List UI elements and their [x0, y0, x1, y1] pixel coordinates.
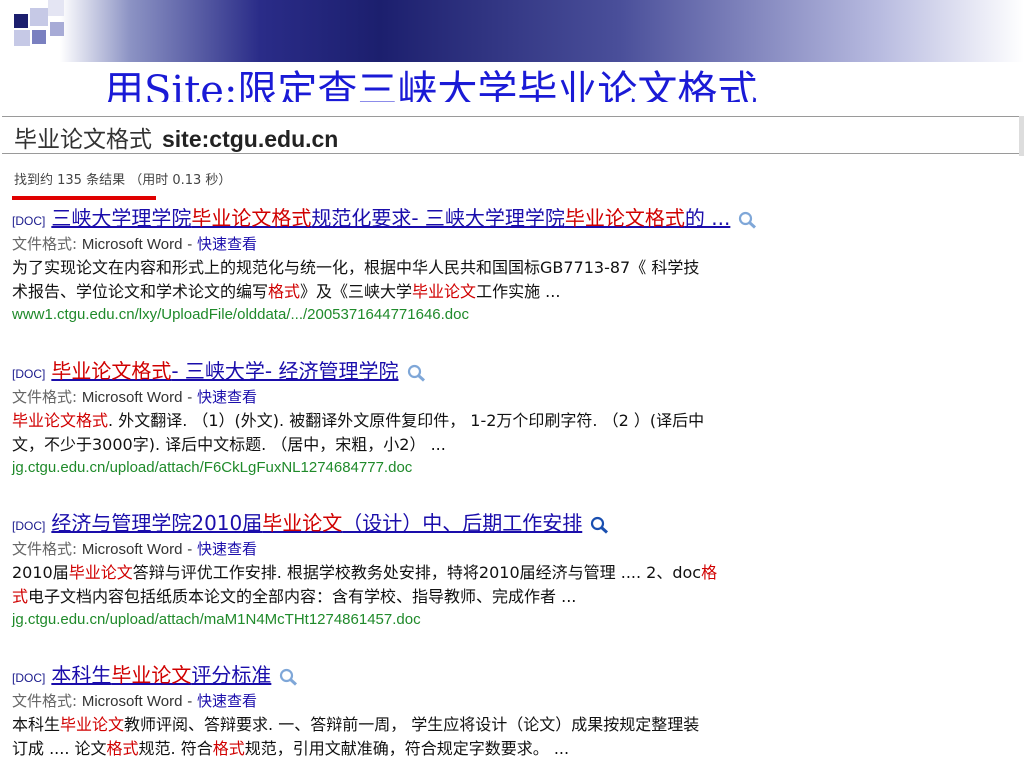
- highlighted-term: 毕业论文: [262, 511, 343, 535]
- result-title-line: [DOC] 三峡大学理学院毕业论文格式规范化要求- 三峡大学理学院毕业论文格式的 …: [12, 206, 758, 233]
- result-snippet-line: 术报告、学位论文和学术论文的编写格式》及《三峡大学毕业论文工作实施 ...: [12, 280, 758, 304]
- text-segment: - 三峡大学- 经济管理学院: [171, 359, 399, 383]
- text-segment: 订成 .... 论文: [12, 739, 107, 758]
- magnifier-icon[interactable]: [407, 364, 427, 382]
- highlighted-term: 毕业论文格式: [191, 206, 312, 230]
- highlighted-term: 式: [12, 587, 29, 606]
- text-segment: 规范. 符合: [138, 739, 213, 758]
- search-result: [DOC] 本科生毕业论文评分标准 文件格式: Microsoft Word - …: [12, 663, 699, 761]
- highlighted-term: 毕业论文: [111, 663, 192, 687]
- result-title-line: [DOC] 经济与管理学院2010届毕业论文（设计）中、后期工作安排: [12, 511, 717, 538]
- file-format-app: Microsoft Word: [81, 236, 183, 253]
- result-snippet-line: 为了实现论文在内容和形式上的规范化与统一化，根据中华人民共和国国标GB7713-…: [12, 256, 758, 280]
- text-segment: 经济与管理学院2010届: [51, 511, 263, 535]
- search-query-text[interactable]: 毕业论文格式 site:ctgu.edu.cn: [14, 120, 338, 154]
- text-segment: 规范，引用文献准确，符合规定字数要求。 ...: [244, 739, 570, 758]
- doc-tag: [DOC]: [12, 214, 46, 228]
- text-segment: 评分标准: [191, 663, 272, 687]
- file-format-label: 文件格式:: [12, 540, 78, 558]
- highlighted-term: 毕业论文: [412, 282, 477, 301]
- text-segment: 答辩与评优工作安排. 根据学校教务处安排，特将2010届经济与管理 .... 2…: [132, 563, 702, 582]
- deco-square: [32, 30, 46, 44]
- doc-tag: [DOC]: [12, 519, 46, 533]
- magnifier-icon[interactable]: [738, 211, 758, 229]
- magnifier-icon[interactable]: [279, 668, 299, 686]
- quick-view-link[interactable]: 快速查看: [197, 235, 257, 253]
- text-segment: 电子文档内容包括纸质本论文的全部内容：含有学校、指导教师、完成作者 ...: [28, 587, 577, 606]
- file-format-line: 文件格式: Microsoft Word - 快速查看: [12, 692, 257, 710]
- search-box[interactable]: 毕业论文格式 site:ctgu.edu.cn: [2, 116, 1020, 154]
- text-segment: 教师评阅、答辩要求. 一、答辩前一周， 学生应将设计（论文）成果按规定整理装: [124, 715, 700, 734]
- text-segment: 2010届: [12, 563, 69, 582]
- search-screenshot: 毕业论文格式 site:ctgu.edu.cn 找到约 135 条结果 （用时 0…: [0, 102, 1024, 768]
- result-snippet-line: 式电子文档内容包括纸质本论文的全部内容：含有学校、指导教师、完成作者 ...: [12, 585, 717, 609]
- result-link[interactable]: 毕业论文格式- 三峡大学- 经济管理学院: [51, 359, 398, 383]
- result-link[interactable]: 经济与管理学院2010届毕业论文（设计）中、后期工作安排: [51, 511, 582, 535]
- highlighted-term: 毕业论文格式: [12, 411, 109, 430]
- doc-tag: [DOC]: [12, 367, 46, 381]
- text-segment: . 外文翻译. （1）(外文). 被翻译外文原件复印件， 1-2万个印刷字符. …: [108, 411, 705, 430]
- highlighted-term: 格式: [212, 739, 245, 758]
- result-snippet-line: 2010届毕业论文答辩与评优工作安排. 根据学校教务处安排，特将2010届经济与…: [12, 561, 717, 585]
- deco-square: [14, 14, 28, 28]
- file-format-line: 文件格式: Microsoft Word - 快速查看: [12, 540, 257, 558]
- file-format-line: 文件格式: Microsoft Word - 快速查看: [12, 388, 257, 406]
- text-segment: 规范化要求- 三峡大学理学院: [311, 206, 565, 230]
- deco-square: [14, 30, 30, 46]
- scrollbar[interactable]: [1019, 116, 1024, 156]
- text-segment: （设计）中、后期工作安排: [342, 511, 583, 535]
- quick-view-link[interactable]: 快速查看: [197, 388, 257, 406]
- result-url: jg.ctgu.edu.cn/upload/attach/maM1N4McTHt…: [12, 611, 421, 628]
- result-link[interactable]: 本科生毕业论文评分标准: [51, 663, 271, 687]
- result-url: www1.ctgu.edu.cn/lxy/UploadFile/olddata/…: [12, 306, 469, 323]
- highlighted-term: 毕业论文: [68, 563, 133, 582]
- highlighted-term: 格式: [268, 282, 301, 301]
- result-snippet-line: 本科生毕业论文教师评阅、答辩要求. 一、答辩前一周， 学生应将设计（论文）成果按…: [12, 713, 699, 737]
- highlighted-term: 毕业论文: [60, 715, 125, 734]
- text-segment: 文，不少于3000字). 译后中文标题. （居中，宋粗，小2） ...: [12, 435, 446, 454]
- file-format-app: Microsoft Word: [81, 693, 183, 710]
- result-snippet-line: 毕业论文格式. 外文翻译. （1）(外文). 被翻译外文原件复印件， 1-2万个…: [12, 409, 704, 433]
- text-segment: 为了实现论文在内容和形式上的规范化与统一化，根据中华人民共和国国标GB7713-…: [12, 258, 700, 277]
- magnifier-icon[interactable]: [590, 516, 610, 534]
- slide-header-bar: [0, 0, 1024, 62]
- deco-square: [48, 0, 64, 16]
- result-snippet-line: 订成 .... 论文格式规范. 符合格式规范，引用文献准确，符合规定字数要求。 …: [12, 737, 699, 761]
- result-stats: 找到约 135 条结果 （用时 0.13 秒）: [14, 173, 232, 188]
- highlighted-term: 毕业论文格式: [564, 206, 685, 230]
- text-segment: 的 ...: [684, 206, 731, 230]
- deco-square: [30, 8, 48, 26]
- file-format-app: Microsoft Word: [81, 389, 183, 406]
- site-operator: site:ctgu.edu.cn: [162, 126, 339, 152]
- text-segment: 工作实施 ...: [476, 282, 561, 301]
- quick-view-link[interactable]: 快速查看: [197, 692, 257, 710]
- search-result: [DOC] 经济与管理学院2010届毕业论文（设计）中、后期工作安排 文件格式: …: [12, 511, 717, 631]
- text-segment: 三峡大学理学院: [51, 206, 192, 230]
- text-segment: 术报告、学位论文和学术论文的编写: [12, 282, 269, 301]
- result-snippet-line: 文，不少于3000字). 译后中文标题. （居中，宋粗，小2） ...: [12, 433, 704, 457]
- doc-tag: [DOC]: [12, 671, 46, 685]
- file-format-label: 文件格式:: [12, 235, 78, 253]
- search-result: [DOC] 毕业论文格式- 三峡大学- 经济管理学院 文件格式: Microsof…: [12, 359, 704, 479]
- deco-square: [50, 22, 64, 36]
- red-underline: [12, 196, 156, 200]
- highlighted-term: 毕业论文格式: [51, 359, 172, 383]
- file-format-label: 文件格式:: [12, 388, 78, 406]
- highlighted-term: 格式: [106, 739, 139, 758]
- highlighted-term: 格: [701, 563, 718, 582]
- text-segment: 》及《三峡大学: [300, 282, 413, 301]
- search-query-terms: 毕业论文格式: [14, 127, 152, 153]
- file-format-label: 文件格式:: [12, 692, 78, 710]
- search-result: [DOC] 三峡大学理学院毕业论文格式规范化要求- 三峡大学理学院毕业论文格式的 …: [12, 206, 758, 326]
- file-format-line: 文件格式: Microsoft Word - 快速查看: [12, 235, 257, 253]
- file-format-app: Microsoft Word: [81, 541, 183, 558]
- result-title-line: [DOC] 毕业论文格式- 三峡大学- 经济管理学院: [12, 359, 704, 386]
- text-segment: 本科生: [51, 663, 112, 687]
- result-link[interactable]: 三峡大学理学院毕业论文格式规范化要求- 三峡大学理学院毕业论文格式的 ...: [51, 206, 730, 230]
- text-segment: 本科生: [12, 715, 61, 734]
- result-title-line: [DOC] 本科生毕业论文评分标准: [12, 663, 699, 690]
- quick-view-link[interactable]: 快速查看: [197, 540, 257, 558]
- result-url: jg.ctgu.edu.cn/upload/attach/F6CkLgFuxNL…: [12, 459, 413, 476]
